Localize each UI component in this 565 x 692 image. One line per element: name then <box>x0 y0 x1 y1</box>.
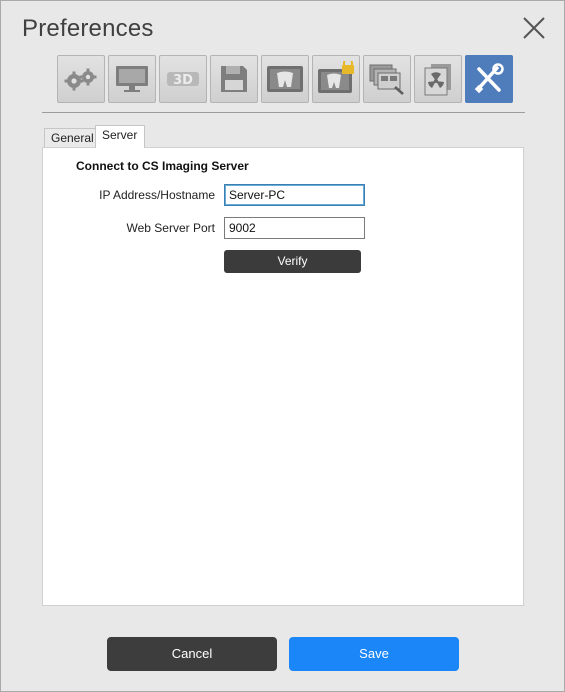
web-server-port-label: Web Server Port <box>126 221 215 235</box>
toolbar-xray-button[interactable] <box>261 55 309 103</box>
server-settings-panel: Connect to CS Imaging Server IP Address/… <box>42 147 524 606</box>
toolbar-images-button[interactable] <box>363 55 411 103</box>
preferences-window: Preferences 3D General Server Connect to… <box>0 0 565 692</box>
toolbar-save-button[interactable] <box>210 55 258 103</box>
ip-address-input[interactable] <box>224 184 365 206</box>
toolbar-3d-button[interactable]: 3D <box>159 55 207 103</box>
dental-lock-icon <box>318 61 354 93</box>
preferences-toolbar: 3D <box>57 55 513 103</box>
tools-icon <box>474 63 504 94</box>
tab-server[interactable]: Server <box>95 125 145 148</box>
3d-icon: 3D <box>167 72 199 88</box>
cancel-button[interactable]: Cancel <box>107 637 277 671</box>
close-icon[interactable] <box>521 15 547 41</box>
verify-button[interactable]: Verify <box>224 250 361 273</box>
toolbar-general-button[interactable] <box>57 55 105 103</box>
save-button[interactable]: Save <box>289 637 459 671</box>
section-title: Connect to CS Imaging Server <box>76 159 249 173</box>
toolbar-display-button[interactable] <box>108 55 156 103</box>
tab-general[interactable]: General <box>44 128 96 148</box>
gears-icon <box>64 68 97 91</box>
toolbar-radiology-button[interactable] <box>414 55 462 103</box>
toolbar-tools-button[interactable] <box>465 55 513 103</box>
toolbar-secure-xray-button[interactable] <box>312 55 360 103</box>
toolbar-separator <box>42 112 525 113</box>
svg-text:3D: 3D <box>173 73 193 88</box>
floppy-disk-icon <box>221 66 247 92</box>
monitor-icon <box>116 66 148 92</box>
dental-xray-icon <box>267 66 303 92</box>
window-title: Preferences <box>22 15 154 42</box>
radiation-document-icon <box>424 64 451 96</box>
ip-address-label: IP Address/Hostname <box>99 188 215 202</box>
web-server-port-input[interactable] <box>224 217 365 239</box>
image-stack-icon <box>369 64 404 95</box>
